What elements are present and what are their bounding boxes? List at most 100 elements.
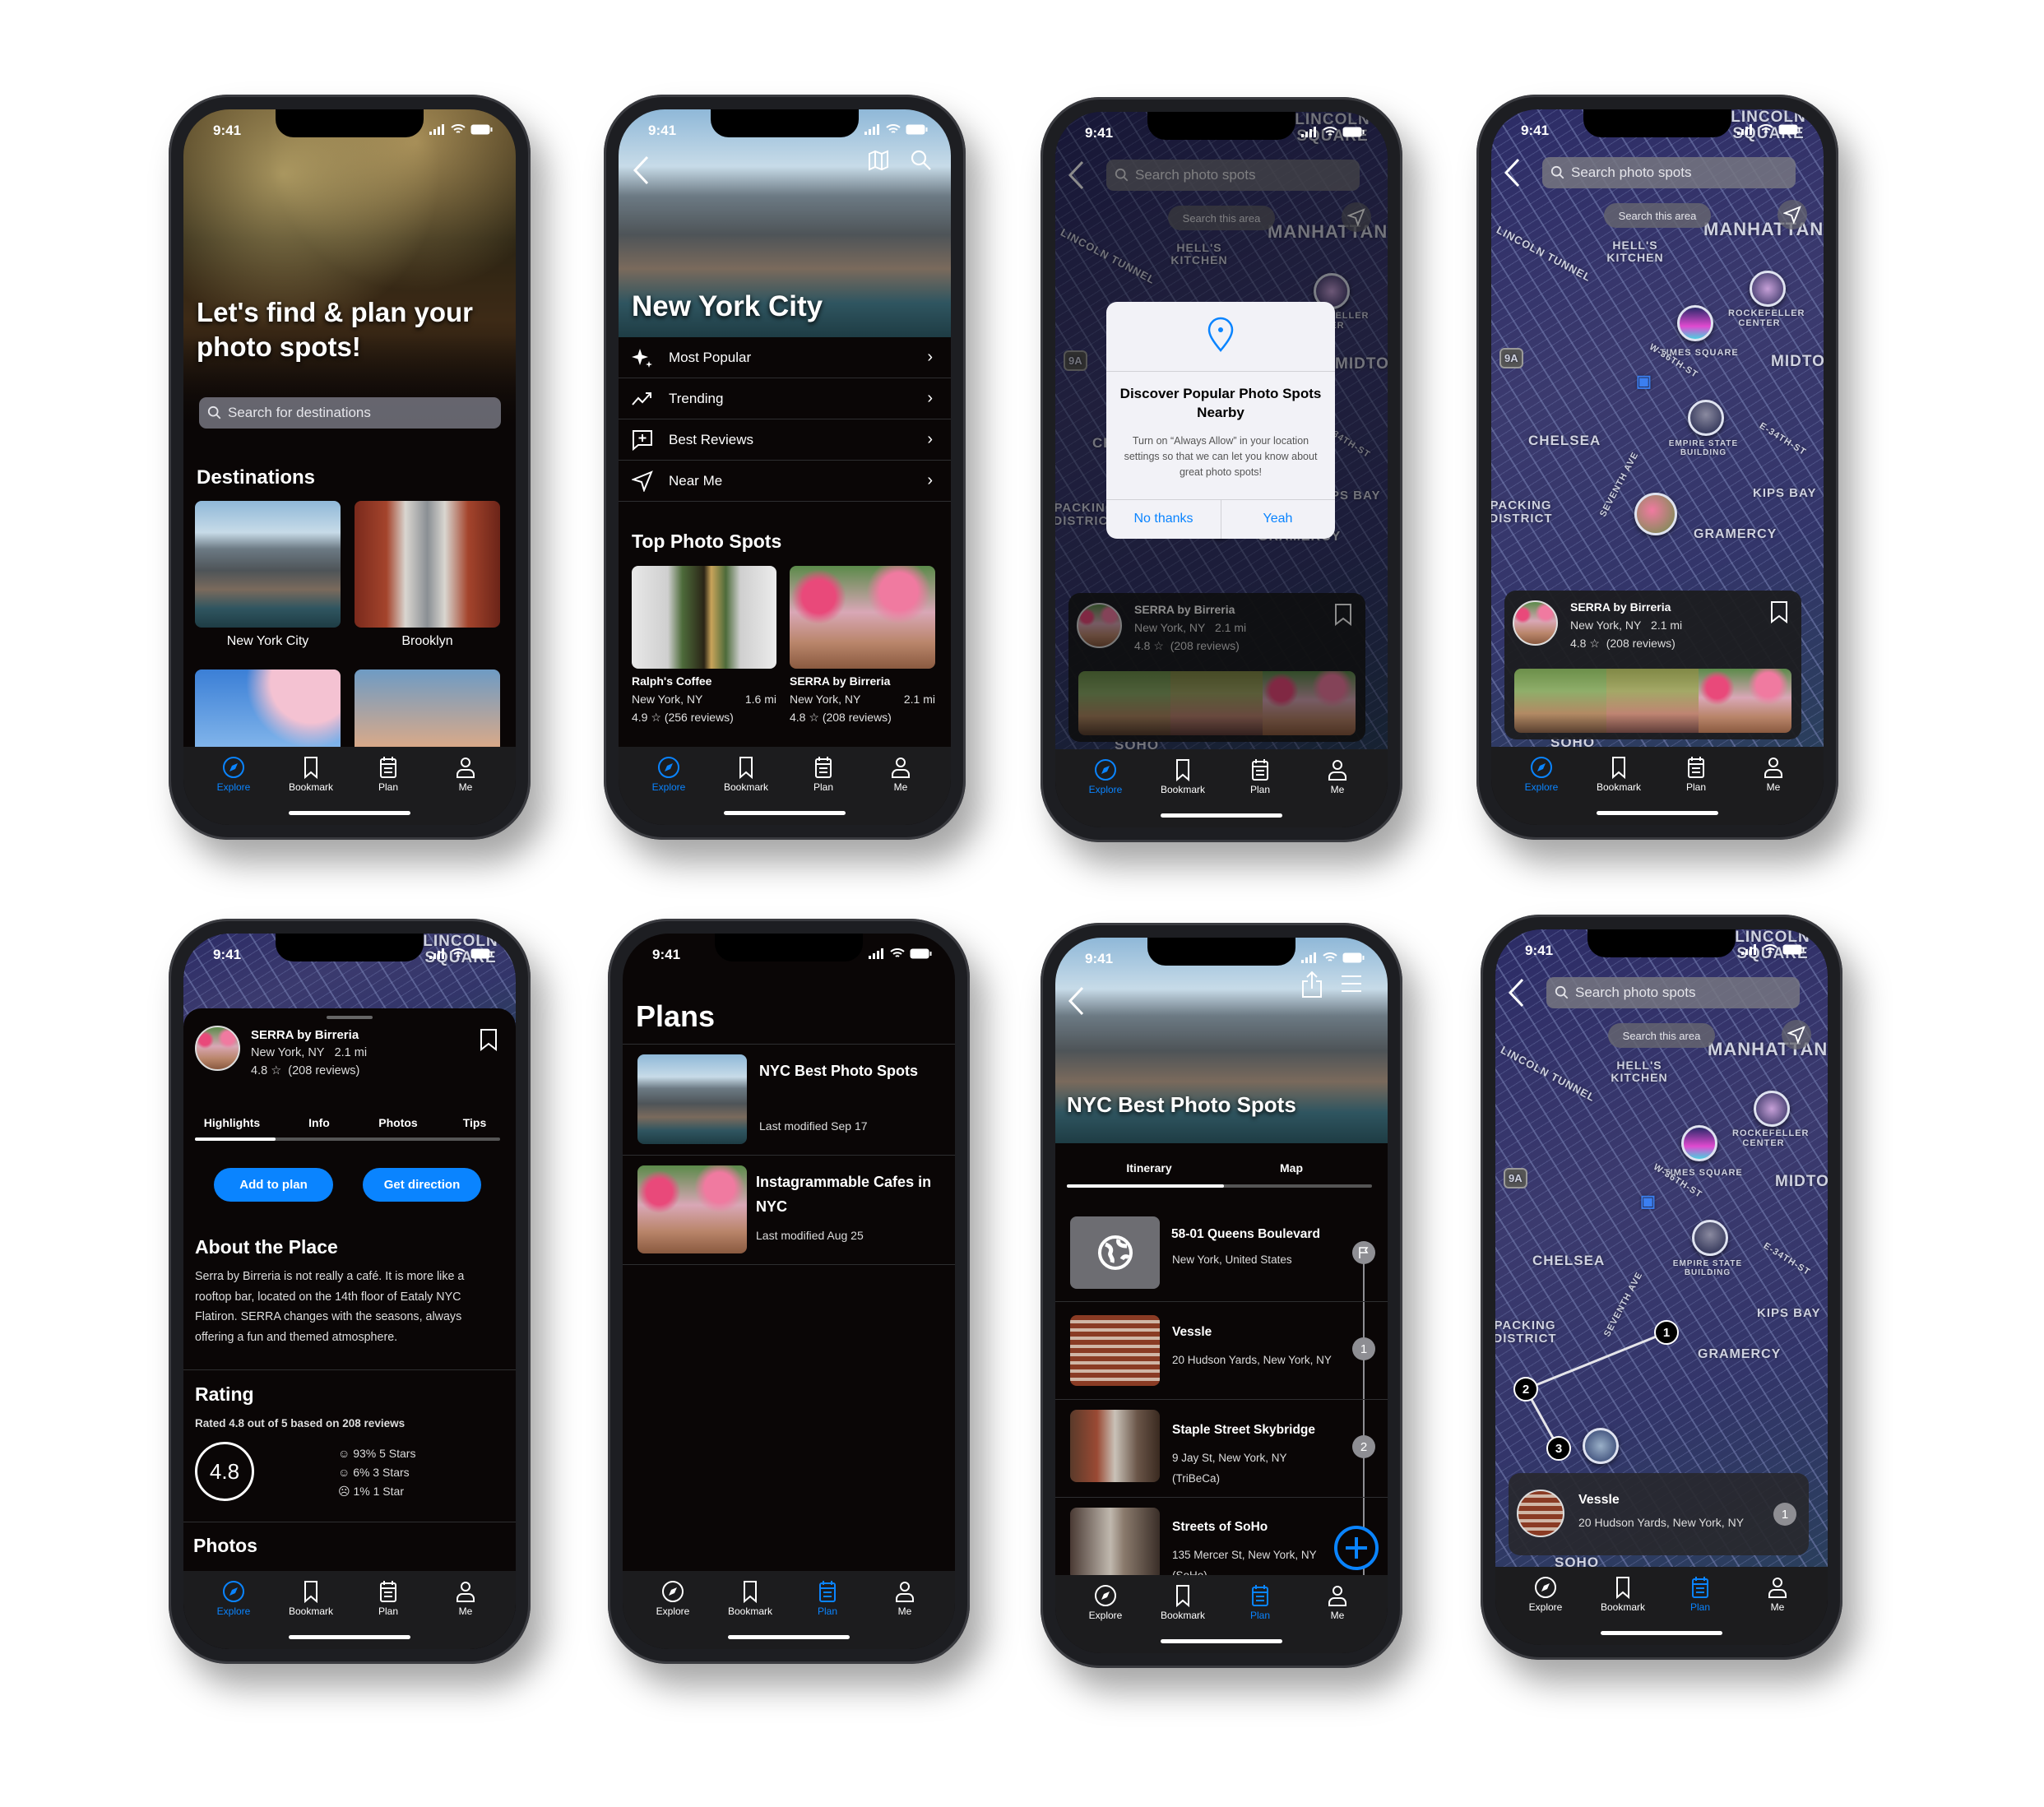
locate-me-button[interactable]: [1782, 1020, 1811, 1049]
home-indicator[interactable]: [289, 1635, 410, 1639]
locate-me-button[interactable]: [1777, 200, 1807, 229]
tab-explore[interactable]: Explore: [640, 1579, 706, 1617]
yeah-button[interactable]: Yeah: [1221, 499, 1335, 539]
bookmark-icon[interactable]: [1770, 600, 1788, 623]
tab-tips[interactable]: Tips: [454, 1116, 495, 1129]
place-photo[interactable]: [1699, 669, 1791, 733]
tab-me[interactable]: Me: [1305, 758, 1370, 795]
photo-spot-pin[interactable]: [1634, 493, 1677, 535]
tab-label: Plan: [1685, 781, 1707, 793]
tab-bookmark[interactable]: Bookmark: [1150, 758, 1216, 795]
headline: Let's find & plan your photo spots!: [197, 297, 474, 362]
tab-photos[interactable]: Photos: [365, 1116, 431, 1129]
photo-spot-search-input[interactable]: Search photo spots: [1546, 977, 1800, 1008]
tab-bookmark[interactable]: Bookmark: [713, 755, 779, 793]
spot-preview-card[interactable]: SERRA by Birreria New York, NY 2.1 mi 4.8 …: [1504, 591, 1801, 739]
tab-bookmark[interactable]: Bookmark: [278, 1579, 344, 1617]
itinerary-stop[interactable]: 58-01 Queens Boulevard New York, United …: [1055, 1202, 1388, 1301]
tab-explore[interactable]: Explore: [201, 755, 267, 793]
route-stop-marker[interactable]: 3: [1546, 1436, 1571, 1461]
tab-bookmark[interactable]: Bookmark: [278, 755, 344, 793]
battery-icon: [1342, 952, 1365, 963]
wifi-icon: [890, 948, 905, 957]
photo-spot-search-input[interactable]: Search photo spots: [1542, 157, 1796, 188]
tab-me[interactable]: Me: [433, 1579, 498, 1617]
photo-spot-pin[interactable]: [1750, 271, 1786, 307]
tab-plan[interactable]: Plan: [355, 1579, 421, 1617]
tab-explore[interactable]: Explore: [636, 755, 702, 793]
home-indicator[interactable]: [289, 811, 410, 815]
plan-item[interactable]: Instagrammable Cafes in NYC Last modifie…: [623, 1156, 955, 1264]
search-this-area-button[interactable]: Search this area: [1604, 203, 1711, 228]
tab-plan[interactable]: Plan: [1663, 755, 1729, 793]
home-indicator[interactable]: [1601, 1631, 1722, 1635]
tab-plan[interactable]: Plan: [1667, 1575, 1733, 1613]
tab-me[interactable]: Me: [1305, 1583, 1370, 1621]
plan-item[interactable]: NYC Best Photo Spots Last modified Sep 1…: [623, 1045, 955, 1155]
get-direction-button[interactable]: Get direction: [363, 1168, 481, 1202]
sheet-grabber[interactable]: [327, 1016, 373, 1019]
tab-info[interactable]: Info: [294, 1116, 344, 1129]
tab-bookmark[interactable]: Bookmark: [717, 1579, 783, 1617]
back-chevron-icon[interactable]: [1503, 157, 1521, 188]
back-chevron-icon[interactable]: [1067, 985, 1085, 1017]
add-to-plan-button[interactable]: Add to plan: [214, 1168, 333, 1202]
tab-explore[interactable]: Explore: [1073, 758, 1138, 795]
tab-bookmark[interactable]: Bookmark: [1150, 1583, 1216, 1621]
tab-explore[interactable]: Explore: [201, 1579, 267, 1617]
photo-spot-pin[interactable]: [1688, 400, 1724, 436]
tab-explore[interactable]: Explore: [1509, 755, 1574, 793]
photo-spot-pin[interactable]: [1677, 305, 1713, 341]
tab-explore[interactable]: Explore: [1513, 1575, 1578, 1613]
route-stop-card[interactable]: Vessle 20 Hudson Yards, New York, NY 1: [1509, 1473, 1809, 1555]
tab-plan[interactable]: Plan: [1227, 1583, 1293, 1621]
tab-me[interactable]: Me: [1745, 1575, 1810, 1613]
place-photo[interactable]: [1514, 669, 1606, 733]
search-this-area-button[interactable]: Search this area: [1608, 1023, 1715, 1048]
status-icons: [1737, 124, 1801, 135]
tab-explore[interactable]: Explore: [1073, 1583, 1138, 1621]
home-indicator[interactable]: [1161, 1639, 1282, 1643]
tab-plan[interactable]: Plan: [355, 755, 421, 793]
tab-me[interactable]: Me: [433, 755, 498, 793]
tab-highlights[interactable]: Highlights: [195, 1116, 269, 1129]
bookmark-icon[interactable]: [480, 1028, 498, 1051]
menu-trending[interactable]: Trending ›: [619, 378, 951, 419]
tab-plan[interactable]: Plan: [1227, 758, 1293, 795]
add-stop-button[interactable]: [1334, 1526, 1379, 1570]
home-indicator[interactable]: [1161, 813, 1282, 818]
back-chevron-icon[interactable]: [632, 155, 650, 186]
bookmark-icon: [304, 1581, 317, 1604]
tab-me[interactable]: Me: [872, 1579, 938, 1617]
home-indicator[interactable]: [724, 811, 846, 815]
tab-bookmark[interactable]: Bookmark: [1586, 755, 1652, 793]
spot-card-ralphs-coffee[interactable]: [632, 566, 776, 669]
search-icon[interactable]: [910, 149, 933, 172]
menu-near-me[interactable]: Near Me ›: [619, 461, 951, 502]
route-stop-marker[interactable]: 1: [1654, 1320, 1679, 1345]
destination-search-input[interactable]: Search for destinations: [199, 397, 501, 429]
person-icon: [1328, 1586, 1346, 1606]
tab-bar: Explore Bookmark Plan Me: [1055, 1575, 1388, 1653]
home-indicator[interactable]: [1597, 811, 1718, 815]
route-stop-marker[interactable]: 2: [1513, 1377, 1538, 1402]
menu-best-reviews[interactable]: Best Reviews ›: [619, 419, 951, 461]
menu-most-popular[interactable]: Most Popular ›: [619, 337, 951, 378]
tab-me[interactable]: Me: [868, 755, 934, 793]
destination-card-brooklyn[interactable]: [355, 501, 500, 628]
tab-plan[interactable]: Plan: [795, 1579, 860, 1617]
no-thanks-button[interactable]: No thanks: [1106, 499, 1221, 539]
spot-card-serra[interactable]: [790, 566, 935, 669]
tab-me[interactable]: Me: [1740, 755, 1806, 793]
itinerary-stop[interactable]: Vessle 20 Hudson Yards, New York, NY: [1055, 1302, 1388, 1399]
home-indicator[interactable]: [728, 1635, 850, 1639]
tab-bookmark[interactable]: Bookmark: [1590, 1575, 1656, 1613]
tab-map[interactable]: Map: [1250, 1161, 1333, 1175]
tab-plan[interactable]: Plan: [790, 755, 856, 793]
back-chevron-icon[interactable]: [1507, 977, 1525, 1008]
tab-itinerary[interactable]: Itinerary: [1100, 1161, 1198, 1175]
place-photo[interactable]: [1606, 669, 1699, 733]
destination-card-new-york[interactable]: [195, 501, 341, 628]
itinerary-stop[interactable]: Staple Street Skybridge 9 Jay St, New Yo…: [1055, 1400, 1388, 1497]
map-icon[interactable]: [867, 149, 890, 172]
